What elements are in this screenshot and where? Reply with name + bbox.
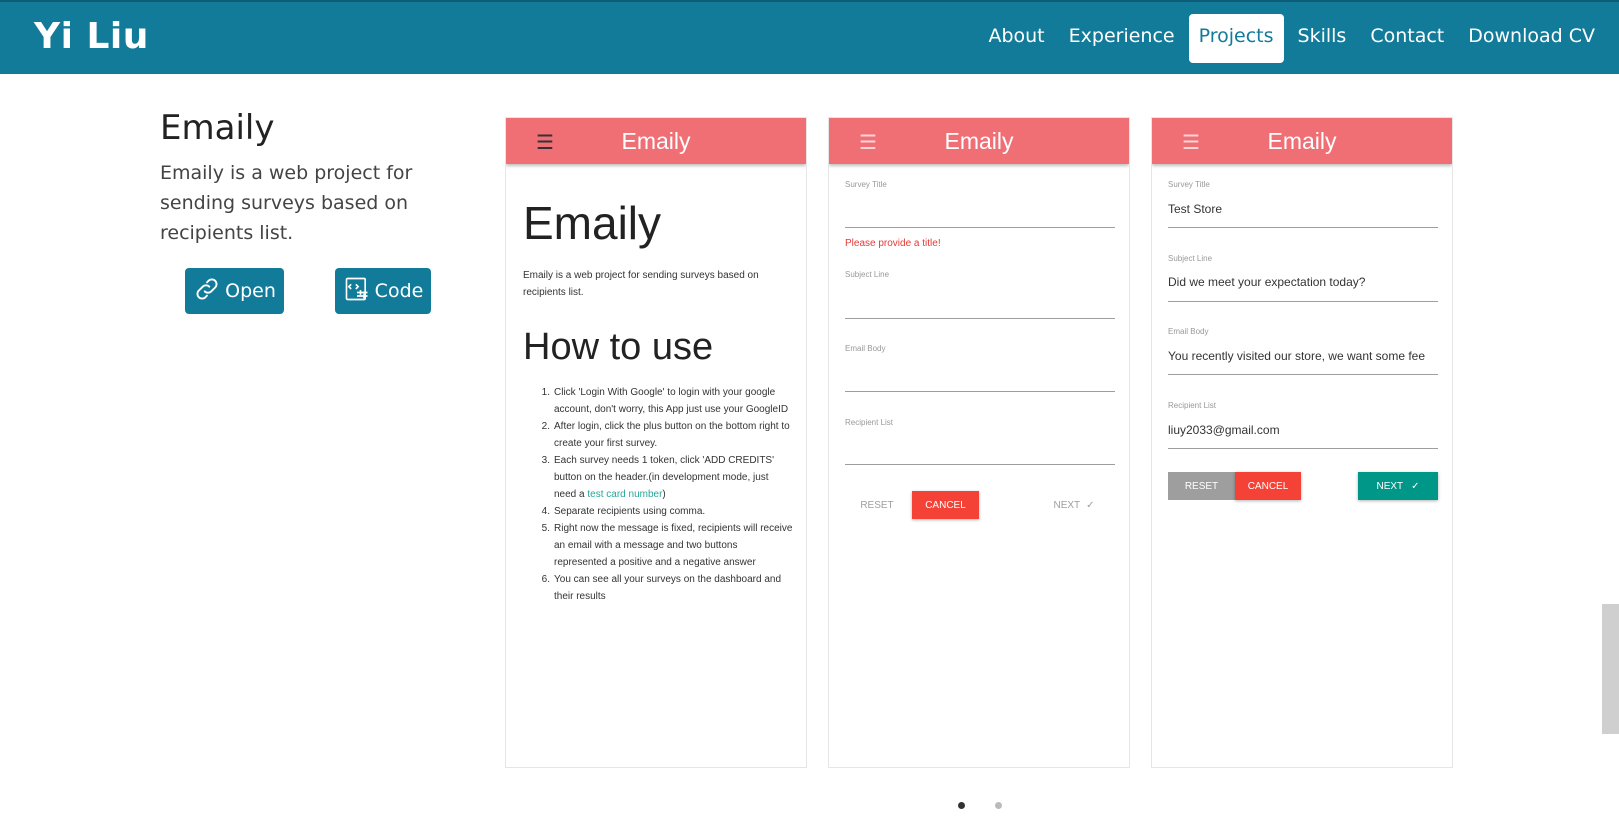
body-field bbox=[1168, 374, 1438, 375]
subject-label: Subject Line bbox=[845, 270, 890, 279]
nav-experience[interactable]: Experience bbox=[1059, 14, 1185, 63]
open-label: Open bbox=[225, 280, 276, 302]
cancel-button: CANCEL bbox=[912, 491, 979, 519]
brand-logo[interactable]: Yi Liu bbox=[34, 16, 149, 57]
body-value: You recently visited our store, we want … bbox=[1168, 349, 1426, 363]
list-item: 1. Click 'Login With Google' to login wit… bbox=[541, 387, 789, 415]
project-description: Emaily is a web project for sending surv… bbox=[160, 162, 413, 244]
next-button: NEXT ✓ bbox=[1044, 491, 1104, 519]
survey-title-value: Test Store bbox=[1168, 202, 1223, 216]
body-label: Email Body bbox=[845, 344, 886, 353]
subject-field bbox=[1168, 301, 1438, 302]
recipient-label: Recipient List bbox=[1168, 401, 1217, 410]
list-item: 4. Separate recipients using comma. bbox=[541, 506, 706, 517]
app-header: ☰ Emaily bbox=[829, 118, 1129, 164]
recipient-value: liuy2033@gmail.com bbox=[1168, 423, 1280, 437]
next-label: NEXT bbox=[1376, 480, 1404, 492]
home-description: Emaily is a web project for sending surv… bbox=[523, 270, 759, 298]
recipient-field bbox=[1168, 448, 1438, 449]
cancel-button: CANCEL bbox=[1235, 472, 1301, 500]
carousel-dot-1[interactable] bbox=[958, 802, 965, 809]
nav-skills[interactable]: Skills bbox=[1288, 14, 1357, 63]
recipient-label: Recipient List bbox=[845, 418, 894, 427]
howto-list: 1. Click 'Login With Google' to login wit… bbox=[523, 384, 793, 605]
navbar: Yi Liu About Experience Projects Skills … bbox=[0, 0, 1619, 74]
nav-download-cv[interactable]: Download CV bbox=[1458, 14, 1605, 63]
subject-value: Did we meet your expectation today? bbox=[1168, 275, 1366, 289]
survey-title-field bbox=[1168, 227, 1438, 228]
list-item: 2. After login, click the plus button on … bbox=[541, 421, 790, 449]
code-button[interactable]: Code bbox=[335, 268, 431, 314]
list-item: 3. Each survey needs 1 token, click 'ADD … bbox=[541, 455, 775, 500]
survey-title-label: Survey Title bbox=[845, 180, 887, 189]
survey-title-label: Survey Title bbox=[1168, 180, 1210, 189]
app-title: Emaily bbox=[944, 128, 1014, 154]
app-header: ☰ Emaily bbox=[1152, 118, 1452, 164]
code-label: Code bbox=[374, 280, 424, 302]
project-title: Emaily bbox=[160, 108, 275, 148]
nav-contact[interactable]: Contact bbox=[1360, 14, 1454, 63]
link-icon bbox=[193, 275, 221, 308]
scrollbar-thumb[interactable] bbox=[1602, 604, 1619, 734]
nav-about[interactable]: About bbox=[978, 14, 1054, 63]
carousel-dot-2[interactable] bbox=[995, 802, 1002, 809]
code-file-icon bbox=[343, 275, 371, 308]
app-title: Emaily bbox=[1267, 128, 1337, 154]
test-card-link[interactable]: test card number bbox=[587, 489, 662, 500]
nav-menu: About Experience Projects Skills Contact… bbox=[978, 14, 1605, 63]
survey-title-field bbox=[845, 227, 1115, 228]
recipient-field bbox=[845, 464, 1115, 465]
screenshot-home: ☰ Emaily Emaily Emaily is a web project … bbox=[505, 117, 807, 768]
body-label: Email Body bbox=[1168, 327, 1209, 336]
home-heading: Emaily bbox=[523, 197, 662, 249]
list-item: 6. You can see all your surveys on the da… bbox=[541, 574, 782, 602]
subject-label: Subject Line bbox=[1168, 254, 1213, 263]
reset-button: RESET bbox=[1168, 472, 1235, 500]
nav-projects[interactable]: Projects bbox=[1188, 14, 1284, 63]
title-error: Please provide a title! bbox=[845, 238, 941, 249]
subject-field bbox=[845, 318, 1115, 319]
howto-heading: How to use bbox=[523, 326, 714, 368]
body-field bbox=[845, 391, 1115, 392]
check-icon: ✓ bbox=[1086, 499, 1095, 511]
check-icon: ✓ bbox=[1411, 480, 1420, 492]
next-button: NEXT ✓ bbox=[1358, 472, 1438, 500]
app-title: Emaily bbox=[621, 128, 691, 154]
screenshot-empty-form: ☰ Emaily Survey Title Please provide a t… bbox=[828, 117, 1130, 768]
next-label: NEXT bbox=[1053, 499, 1081, 511]
screenshot-filled-form: ☰ Emaily Survey Title Test Store Subject… bbox=[1151, 117, 1453, 768]
app-header: ☰ Emaily bbox=[506, 118, 806, 164]
reset-button: RESET bbox=[860, 499, 894, 511]
open-button[interactable]: Open bbox=[185, 268, 284, 314]
list-item: 5. Right now the message is fixed, recipi… bbox=[541, 523, 793, 568]
